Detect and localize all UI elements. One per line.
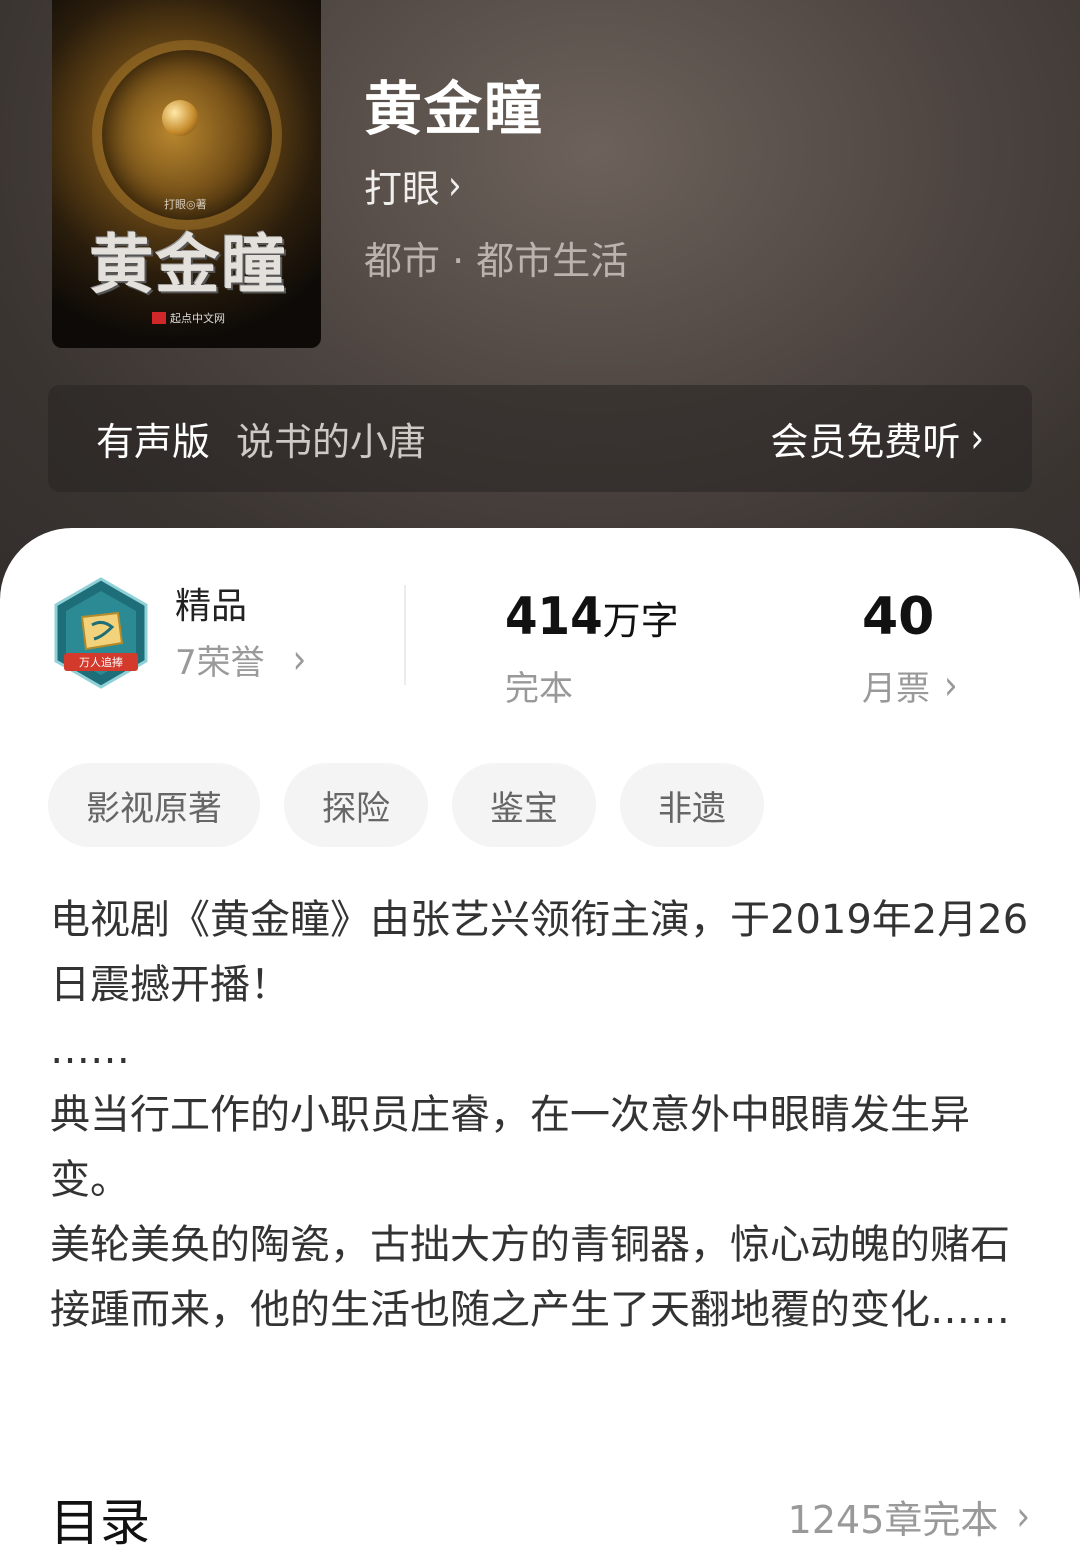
chevron-right-icon: › [944, 661, 958, 710]
author-link[interactable]: 打眼 › [364, 158, 462, 213]
book-cover[interactable]: 打眼◎著 黄金瞳 起点中文网 [52, 0, 321, 348]
tag-chip[interactable]: 鉴宝 [452, 763, 596, 847]
completion-status: 完本 [505, 669, 573, 709]
toc-title: 目录 [50, 1494, 150, 1552]
book-detail-card: 万人追捧 精品 7荣誉 › 414万字 完本 40 月票 › 影视原著 探险 鉴… [0, 528, 1080, 1557]
listen-free-button[interactable]: 会员免费听 › [770, 411, 984, 466]
word-count-value: 414 [505, 587, 603, 647]
table-of-contents-row[interactable]: 目录 1245章完本 › [50, 1483, 1030, 1553]
cover-publisher: 起点中文网 [152, 310, 225, 326]
tag-chip[interactable]: 非遗 [620, 763, 764, 847]
audio-narrator: 说书的小唐 [236, 420, 427, 464]
book-header: 打眼◎著 黄金瞳 起点中文网 黄金瞳 打眼 › 都市 · 都市生活 有声版 说书… [0, 0, 1080, 600]
cover-title-art: 黄金瞳 [89, 228, 288, 303]
synopsis-paragraph: 典当行工作的小职员庄睿，在一次意外中眼睛发生异变。 [50, 1092, 970, 1203]
word-count: 414万字 [505, 587, 679, 647]
word-count-unit: 万字 [602, 599, 679, 643]
audio-label: 有声版 [96, 420, 211, 464]
synopsis-paragraph: 电视剧《黄金瞳》由张艺兴领衔主演，于2019年2月26日震撼开播！ [50, 897, 1029, 1008]
stats-row: 万人追捧 精品 7荣誉 › 414万字 完本 40 月票 › [0, 573, 1080, 713]
honor-badge-icon[interactable]: 万人追捧 [52, 577, 150, 689]
honor-link[interactable]: 7荣誉 › [175, 635, 306, 684]
chevron-right-icon: › [292, 635, 307, 684]
monthly-votes-value: 40 [862, 587, 935, 647]
synopsis-paragraph: 美轮美奂的陶瓷，古拙大方的青铜器，惊心动魄的赌石接踵而来，他的生活也随之产生了天… [50, 1222, 1010, 1333]
honor-title: 精品 [175, 586, 248, 627]
monthly-votes-label: 月票 [862, 669, 930, 709]
author-name: 打眼 [364, 167, 441, 211]
badge-text: 万人追捧 [79, 655, 123, 669]
tag-chip[interactable]: 探险 [284, 763, 428, 847]
honor-count: 7荣誉 [175, 643, 265, 683]
toc-summary-link[interactable]: 1245章完本 › [788, 1489, 1030, 1544]
toc-summary: 1245章完本 [787, 1498, 999, 1542]
cover-author-mark: 打眼◎著 [164, 198, 207, 211]
stats-divider [404, 585, 406, 685]
listen-free-label: 会员免费听 [770, 420, 961, 464]
synopsis-paragraph: …… [50, 1027, 130, 1073]
tag-list: 影视原著 探险 鉴宝 非遗 [48, 763, 764, 847]
tag-chip[interactable]: 影视原著 [48, 763, 260, 847]
chevron-right-icon: › [970, 414, 984, 463]
monthly-votes-link[interactable]: 月票 › [862, 661, 958, 710]
book-title: 黄金瞳 [364, 75, 545, 143]
audio-version-bar[interactable]: 有声版 说书的小唐 会员免费听 › [48, 385, 1032, 492]
cover-planet-art [162, 100, 198, 136]
book-synopsis[interactable]: 电视剧《黄金瞳》由张艺兴领衔主演，于2019年2月26日震撼开播！ …… 典当行… [50, 888, 1040, 1343]
chevron-right-icon: › [448, 161, 462, 210]
chevron-right-icon: › [1016, 1492, 1030, 1541]
book-category[interactable]: 都市 · 都市生活 [364, 230, 628, 285]
